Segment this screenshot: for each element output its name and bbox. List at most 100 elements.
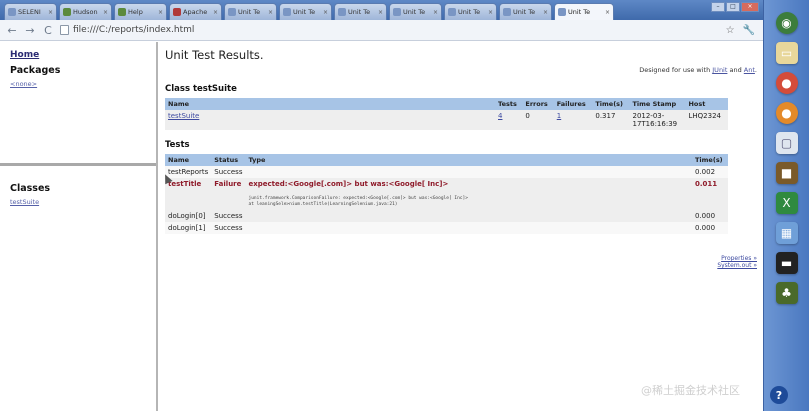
designed-suffix: . <box>754 66 757 74</box>
address-text[interactable]: file:///C:/reports/index.html <box>73 25 194 35</box>
classes-frame: Classes testSuite <box>0 166 156 206</box>
left-frame: Home Packages <none> Classes testSuite <box>0 42 158 411</box>
page-icon <box>60 25 69 35</box>
taskbar-app-icon[interactable]: ◉ <box>775 12 798 34</box>
junit-link[interactable]: JUnit <box>712 66 727 74</box>
column-header: Errors <box>522 98 554 110</box>
designed-and: and <box>727 66 744 74</box>
ant-link[interactable]: Ant <box>744 66 755 74</box>
reload-icon[interactable]: C <box>42 24 54 37</box>
tab[interactable]: Apache × <box>169 3 222 20</box>
test-status: Success <box>211 166 246 178</box>
forward-arrow-icon[interactable]: → <box>24 24 36 37</box>
tab[interactable]: Unit Te × <box>334 3 387 20</box>
tab-close-icon[interactable]: × <box>543 9 548 16</box>
tab-close-icon[interactable]: × <box>213 9 218 16</box>
minimize-icon[interactable]: – <box>711 2 725 12</box>
star-icon[interactable]: ☆ <box>726 25 735 36</box>
back-arrow-icon[interactable]: ← <box>6 24 18 37</box>
tab-close-icon[interactable]: × <box>433 9 438 16</box>
packages-frame: Home Packages <none> <box>0 42 156 166</box>
tab-favicon-icon <box>393 8 401 16</box>
plant-icon[interactable]: ♣ <box>775 282 798 304</box>
stack-trace-line: at leaningSele>nium.testTitle(LearningSe… <box>248 202 398 207</box>
tab-favicon-icon <box>8 8 16 16</box>
page-title: Unit Test Results. <box>165 48 264 62</box>
help-icon[interactable]: ? <box>770 386 788 404</box>
tab-favicon-icon <box>63 8 71 16</box>
terminal-icon[interactable]: ▬ <box>775 252 798 274</box>
network-icon[interactable]: ▦ <box>775 222 798 244</box>
tab-label: SELENI <box>18 8 41 16</box>
test-name: testReports <box>165 166 212 178</box>
tab-close-icon[interactable]: × <box>323 9 328 16</box>
tab[interactable]: Help × <box>114 3 167 20</box>
chrome-icon[interactable]: ● <box>775 72 798 94</box>
tab-label: Unit Te <box>293 8 316 16</box>
tab-close-icon[interactable]: × <box>158 9 163 16</box>
spreadsheet-icon[interactable]: X <box>775 192 798 214</box>
class-summary-table: Name Tests Errors Failures Time(s) Time … <box>165 98 728 130</box>
tab[interactable]: Unit Te × <box>444 3 497 20</box>
settings-icon[interactable]: ■ <box>775 162 798 184</box>
classes-heading: Classes <box>10 183 51 194</box>
window-icon[interactable]: ▢ <box>775 132 798 154</box>
tab[interactable]: Hudson × <box>59 3 112 20</box>
tab-label: Unit Te <box>403 8 426 16</box>
tab-active[interactable]: Unit Te × <box>554 3 614 20</box>
tab-close-icon[interactable]: × <box>103 9 108 16</box>
test-status: Failure <box>211 178 246 210</box>
tests-heading: Tests <box>165 140 190 150</box>
tab-favicon-icon <box>228 8 236 16</box>
test-type <box>245 210 692 222</box>
tab-favicon-icon <box>173 8 181 16</box>
footer-links: Properties » System.out » <box>717 255 757 269</box>
home-link[interactable]: Home <box>10 50 156 60</box>
column-header: Time Stamp <box>629 98 686 110</box>
column-header: Name <box>165 98 495 110</box>
watermark: @稀土掘金技术社区 <box>641 384 740 397</box>
folder-icon[interactable]: ▭ <box>775 42 798 64</box>
table-row: testSuite 4 0 1 0.317 2012-03-17T16:16:3… <box>165 110 728 130</box>
tab[interactable]: Unit Te × <box>224 3 277 20</box>
close-icon[interactable]: × <box>741 2 759 12</box>
maximize-icon[interactable]: □ <box>726 2 740 12</box>
column-header: Tests <box>495 98 523 110</box>
tab[interactable]: Unit Te × <box>279 3 332 20</box>
wrench-icon[interactable]: 🔧 <box>743 25 755 36</box>
test-time: 0.000 <box>692 222 728 234</box>
failure-detail: expected:<Google[.com]> but was:<Google[… <box>245 178 692 210</box>
tab[interactable]: Unit Te × <box>389 3 442 20</box>
tab-label: Unit Te <box>568 8 591 16</box>
properties-link[interactable]: Properties » <box>717 255 757 262</box>
tests-count-link[interactable]: 4 <box>498 112 502 120</box>
tab-favicon-icon <box>338 8 346 16</box>
tab-favicon-icon <box>558 8 566 16</box>
tab-close-icon[interactable]: × <box>268 9 273 16</box>
test-type <box>245 166 692 178</box>
column-header: Time(s) <box>692 154 728 166</box>
column-header: Name <box>165 154 212 166</box>
test-status: Success <box>211 210 246 222</box>
tab-label: Unit Te <box>348 8 371 16</box>
failures-count-link[interactable]: 1 <box>557 112 561 120</box>
test-name: testTitle <box>165 178 212 210</box>
system-out-link[interactable]: System.out » <box>717 262 757 269</box>
tab[interactable]: Unit Te × <box>499 3 552 20</box>
tab-close-icon[interactable]: × <box>605 9 610 16</box>
package-link[interactable]: <none> <box>10 80 156 88</box>
tab-close-icon[interactable]: × <box>378 9 383 16</box>
errors-count: 0 <box>522 110 554 130</box>
suite-name-link[interactable]: testSuite <box>168 112 199 120</box>
suite-timestamp: 2012-03-17T16:16:39 <box>629 110 686 130</box>
main-frame: Unit Test Results. Designed for use with… <box>160 42 763 411</box>
tab[interactable]: SELENI × <box>4 3 57 20</box>
test-time: 0.011 <box>692 178 728 210</box>
tab-favicon-icon <box>503 8 511 16</box>
address-bar[interactable]: file:///C:/reports/index.html <box>60 22 720 38</box>
class-link[interactable]: testSuite <box>10 198 156 206</box>
firefox-icon[interactable]: ● <box>775 102 798 124</box>
tab-close-icon[interactable]: × <box>488 9 493 16</box>
tab-close-icon[interactable]: × <box>48 9 53 16</box>
failure-message: expected:<Google[.com]> but was:<Google[… <box>248 180 449 188</box>
